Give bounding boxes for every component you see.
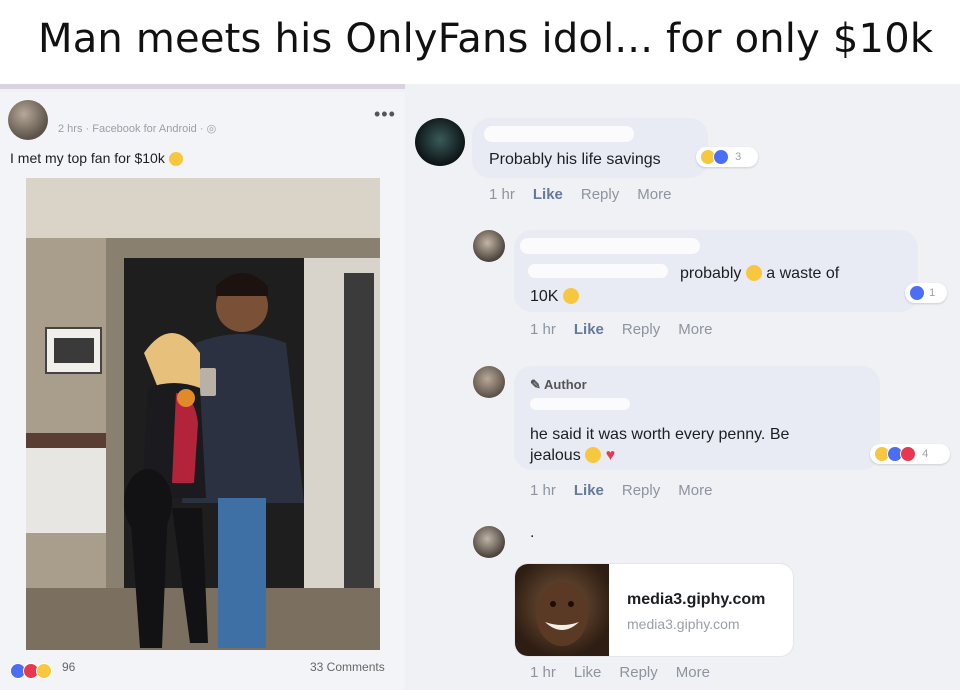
comment-3-actions: 1 hr Like Reply More <box>530 482 730 499</box>
heart-icon: ♥ <box>605 447 616 464</box>
giphy-thumbnail <box>515 564 609 656</box>
globe-icon: ◎ <box>206 123 217 135</box>
comment-2-time[interactable]: 1 hr <box>530 321 556 338</box>
comment-3-time[interactable]: 1 hr <box>530 482 556 499</box>
author-badge: ✎ Author <box>530 377 587 393</box>
comment-1-reaction-count: 3 <box>735 151 742 163</box>
comment-1-more-button[interactable]: More <box>637 186 671 203</box>
facebook-post: 2 hrs · Facebook for Android · ◎ ••• I m… <box>0 92 405 690</box>
smile-emoji-icon <box>562 288 579 304</box>
commenter-2-avatar[interactable] <box>473 230 505 262</box>
comment-3-redacted-name <box>530 398 630 410</box>
grinning-sweat-emoji-icon <box>168 152 183 166</box>
comment-4-time[interactable]: 1 hr <box>530 664 556 681</box>
comment-4-name: . <box>530 524 535 541</box>
photo-illustration <box>26 178 380 650</box>
comment-1-text-wrap: Probably his life savings <box>489 149 661 170</box>
comment-3-like-button[interactable]: Like <box>574 482 604 499</box>
comment-4-like-button[interactable]: Like <box>574 664 602 681</box>
comment-3-line2: jealous ♥ <box>530 445 615 466</box>
divider <box>0 84 405 89</box>
giphy-link-title: media3.giphy.com <box>627 591 766 608</box>
commenter-3-avatar[interactable] <box>473 366 505 398</box>
comment-4-more-button[interactable]: More <box>676 664 710 681</box>
comment-1-reactions[interactable]: 3 <box>696 147 758 167</box>
smiling-face-illustration <box>536 582 588 646</box>
comment-1-text: Probably his life savings <box>489 151 661 168</box>
comment-2-text-b: a waste of <box>766 265 840 282</box>
commenter-1-avatar[interactable] <box>415 118 465 166</box>
comment-2-reply-button[interactable]: Reply <box>622 321 660 338</box>
headline-text: Man meets his OnlyFans idol... for only … <box>38 16 934 62</box>
comment-4-actions: 1 hr Like Reply More <box>530 664 728 681</box>
comment-4-reply-button[interactable]: Reply <box>619 664 657 681</box>
comment-2-text-a: probably <box>680 265 742 282</box>
post-photo[interactable] <box>26 178 380 650</box>
comment-3-more-button[interactable]: More <box>678 482 712 499</box>
post-caption-text: I met my top fan for $10k <box>10 150 165 166</box>
comment-1-time[interactable]: 1 hr <box>489 186 515 203</box>
post-meta: 2 hrs · Facebook for Android · ◎ <box>58 122 216 135</box>
comment-1-redacted-name <box>484 126 634 142</box>
post-comments-link[interactable]: 33 Comments <box>310 660 385 674</box>
comment-3-text-b: jealous <box>530 447 581 464</box>
comment-2-reactions[interactable]: 1 <box>905 283 947 303</box>
post-reaction-count[interactable]: 96 <box>62 660 75 674</box>
wow-reaction-icon <box>36 662 52 679</box>
commenter-4-avatar[interactable] <box>473 526 505 558</box>
post-author-avatar[interactable] <box>8 100 48 140</box>
post-reaction-icons[interactable] <box>10 662 52 679</box>
like-reaction-icon <box>909 285 925 302</box>
comment-3-line1: he said it was worth every penny. Be <box>530 426 790 443</box>
comment-2-more-button[interactable]: More <box>678 321 712 338</box>
comment-3-reaction-count: 4 <box>922 448 929 460</box>
comment-3-reply-button[interactable]: Reply <box>622 482 660 499</box>
comment-2-text-c: 10K <box>530 288 559 305</box>
author-badge-label: Author <box>544 377 587 392</box>
love-reaction-icon <box>900 446 916 463</box>
post-menu-button[interactable]: ••• <box>374 104 396 125</box>
like-reaction-icon <box>713 149 729 166</box>
comment-2-redacted-text <box>528 264 668 278</box>
comment-2-like-button[interactable]: Like <box>574 321 604 338</box>
post-caption: I met my top fan for $10k <box>10 150 183 166</box>
headline-banner: Man meets his OnlyFans idol... for only … <box>0 0 960 84</box>
comment-3-reactions[interactable]: 4 <box>870 444 950 464</box>
comment-1-like-button[interactable]: Like <box>533 186 563 203</box>
comment-2-line1: probably a waste of <box>680 263 839 284</box>
comment-1-reply-button[interactable]: Reply <box>581 186 619 203</box>
giphy-link-card[interactable]: media3.giphy.com media3.giphy.com <box>514 563 794 657</box>
laughing-emoji-icon <box>745 265 762 281</box>
comment-2-reaction-count: 1 <box>929 287 936 299</box>
giphy-link-subtitle: media3.giphy.com <box>627 616 740 632</box>
comment-2-actions: 1 hr Like Reply More <box>530 321 730 338</box>
post-meta-text: 2 hrs · Facebook for Android · <box>58 123 207 135</box>
comment-2-line2: 10K <box>530 286 579 307</box>
comment-1-actions: 1 hr Like Reply More <box>489 186 689 203</box>
pencil-icon: ✎ <box>530 377 541 392</box>
comment-2-redacted-name <box>520 238 700 254</box>
drooling-emoji-icon <box>585 447 602 463</box>
